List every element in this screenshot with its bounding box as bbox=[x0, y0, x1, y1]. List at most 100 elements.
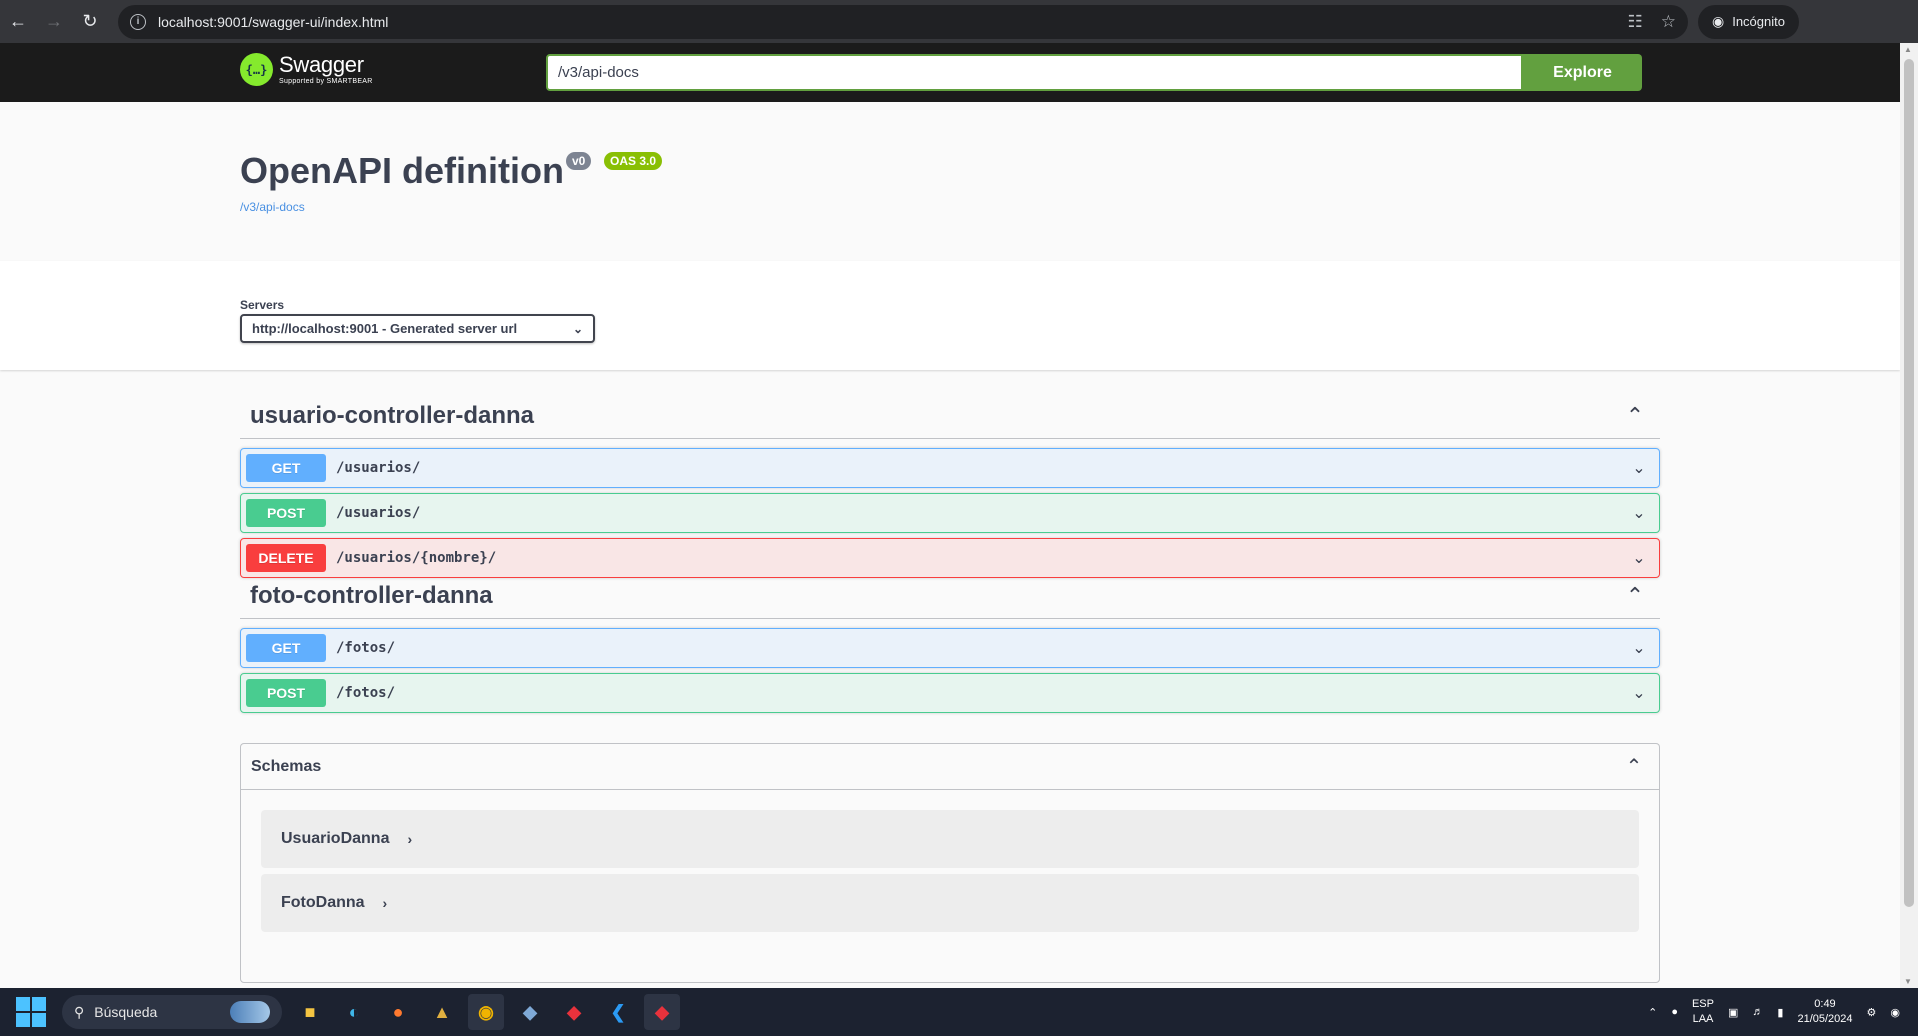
chevron-down-icon[interactable]: ⌄ bbox=[1624, 548, 1654, 568]
spec-url-input[interactable]: /v3/api-docs bbox=[546, 54, 1523, 91]
page-scrollbar[interactable]: ▲ ▼ bbox=[1900, 43, 1918, 988]
windows-start-icon[interactable] bbox=[16, 997, 46, 1027]
copilot-icon[interactable]: ◉ bbox=[1890, 1006, 1900, 1019]
chevron-up-icon[interactable]: ⌃ bbox=[1620, 403, 1650, 429]
browser-toolbar: ← → ↻ i localhost:9001/swagger-ui/index.… bbox=[0, 0, 1918, 43]
operation-path: /usuarios/ bbox=[336, 460, 421, 476]
schemas-section: Schemas ⌃ UsuarioDanna › FotoDanna › bbox=[240, 743, 1660, 983]
version-badge: v0 bbox=[566, 152, 592, 170]
chevron-down-icon: ⌄ bbox=[572, 321, 583, 336]
opblock-get-fotos[interactable]: GET /fotos/ ⌄ bbox=[240, 628, 1660, 668]
incognito-icon: ◉ bbox=[1712, 13, 1725, 29]
operation-path: /fotos/ bbox=[336, 640, 396, 656]
search-icon: ⚲ bbox=[74, 1003, 85, 1020]
explore-form: /v3/api-docs Explore bbox=[546, 54, 1642, 91]
taskbar-apps: ■ ◐ ● ▲ ◉ ◆ ◆ ❮ ◆ bbox=[292, 994, 680, 1030]
opblock-get-usuarios[interactable]: GET /usuarios/ ⌄ bbox=[240, 448, 1660, 488]
opblock-delete-usuarios[interactable]: DELETE /usuarios/{nombre}/ ⌄ bbox=[240, 538, 1660, 578]
servers-section: Servers http://localhost:9001 - Generate… bbox=[0, 261, 1900, 370]
system-tray: ⌃ ● ESP LAA ▣ ♬ ▮ 0:49 21/05/2024 ⚙ ◉ bbox=[1648, 997, 1900, 1027]
oas-badge: OAS 3.0 bbox=[604, 152, 663, 170]
method-badge: GET bbox=[246, 634, 326, 662]
chevron-down-icon[interactable]: ⌄ bbox=[1624, 683, 1654, 703]
chevron-down-icon[interactable]: ⌄ bbox=[1624, 503, 1654, 523]
chevron-down-icon[interactable]: ⌄ bbox=[1624, 458, 1654, 478]
chrome-icon[interactable]: ◉ bbox=[468, 994, 504, 1030]
chevron-down-icon[interactable]: ⌄ bbox=[1624, 638, 1654, 658]
lang-layout: LAA bbox=[1692, 1013, 1714, 1025]
method-badge: GET bbox=[246, 454, 326, 482]
reload-icon[interactable]: ↻ bbox=[72, 4, 108, 40]
windows-taskbar: ⚲ Búsqueda ■ ◐ ● ▲ ◉ ◆ ◆ ❮ ◆ ⌃ ● ESP LAA… bbox=[0, 988, 1918, 1036]
clock-date: 21/05/2024 bbox=[1797, 1013, 1853, 1025]
settings-icon[interactable]: ⚙ bbox=[1867, 1006, 1877, 1019]
schemas-title: Schemas bbox=[251, 757, 322, 775]
method-badge: POST bbox=[246, 679, 326, 707]
app-red-icon[interactable]: ◆ bbox=[644, 994, 680, 1030]
incognito-label: Incógnito bbox=[1732, 14, 1785, 29]
input-language[interactable]: ESP LAA bbox=[1692, 997, 1714, 1027]
lang-code: ESP bbox=[1691, 998, 1714, 1010]
translate-icon[interactable]: ☷ bbox=[1628, 12, 1643, 32]
method-badge: DELETE bbox=[246, 544, 326, 572]
edge-icon[interactable]: ◐ bbox=[336, 994, 372, 1030]
model-name: FotoDanna bbox=[281, 894, 365, 911]
postgres-icon[interactable]: ◆ bbox=[512, 994, 548, 1030]
address-bar[interactable]: i localhost:9001/swagger-ui/index.html ☷… bbox=[118, 4, 1688, 39]
tag-header-usuario[interactable]: usuario-controller-danna ⌃ bbox=[240, 393, 1660, 439]
model-name: UsuarioDanna bbox=[281, 830, 390, 847]
operation-path: /usuarios/{nombre}/ bbox=[336, 550, 497, 566]
tray-overflow-icon[interactable]: ⌃ bbox=[1648, 1006, 1657, 1019]
servers-label: Servers bbox=[240, 298, 285, 312]
taskbar-search[interactable]: ⚲ Búsqueda bbox=[62, 995, 282, 1029]
forward-icon[interactable]: → bbox=[36, 4, 72, 40]
operation-path: /usuarios/ bbox=[336, 505, 421, 521]
clock[interactable]: 0:49 21/05/2024 bbox=[1797, 997, 1852, 1027]
app-red-icon[interactable]: ◆ bbox=[556, 994, 592, 1030]
file-explorer-icon[interactable]: ■ bbox=[292, 994, 328, 1030]
search-highlight-icon bbox=[230, 1001, 270, 1023]
app-icon[interactable]: ▲ bbox=[424, 994, 460, 1030]
method-badge: POST bbox=[246, 499, 326, 527]
firefox-icon[interactable]: ● bbox=[380, 994, 416, 1030]
swagger-logo-subtext: Supported by SMARTBEAR bbox=[279, 78, 373, 85]
info-section: OpenAPI definition v0 OAS 3.0 /v3/api-do… bbox=[0, 102, 1900, 261]
back-icon[interactable]: ← bbox=[0, 4, 36, 40]
tag-header-foto[interactable]: foto-controller-danna ⌃ bbox=[240, 573, 1660, 619]
tag-name: foto-controller-danna bbox=[250, 581, 493, 609]
bookmark-star-icon[interactable]: ☆ bbox=[1661, 12, 1676, 32]
chevron-up-icon[interactable]: ⌃ bbox=[1619, 754, 1649, 779]
page-viewport: {…} Swagger Supported by SMARTBEAR /v3/a… bbox=[0, 43, 1900, 988]
swagger-topbar: {…} Swagger Supported by SMARTBEAR /v3/a… bbox=[0, 43, 1900, 102]
scrollbar-thumb[interactable] bbox=[1904, 59, 1914, 907]
incognito-badge[interactable]: ◉ Incógnito bbox=[1698, 4, 1799, 39]
swagger-logo-icon: {…} bbox=[240, 53, 273, 86]
operation-path: /fotos/ bbox=[336, 685, 396, 701]
site-info-icon[interactable]: i bbox=[130, 13, 146, 30]
swagger-logo[interactable]: {…} Swagger Supported by SMARTBEAR bbox=[240, 53, 373, 86]
clock-time: 0:49 bbox=[1814, 998, 1836, 1010]
taskbar-search-placeholder: Búsqueda bbox=[94, 1004, 158, 1020]
opblock-post-fotos[interactable]: POST /fotos/ ⌄ bbox=[240, 673, 1660, 713]
vscode-icon[interactable]: ❮ bbox=[600, 994, 636, 1030]
schema-model-foto[interactable]: FotoDanna › bbox=[261, 874, 1639, 932]
scroll-down-icon[interactable]: ▼ bbox=[1904, 977, 1912, 986]
opblock-post-usuarios[interactable]: POST /usuarios/ ⌄ bbox=[240, 493, 1660, 533]
chevron-up-icon[interactable]: ⌃ bbox=[1620, 583, 1650, 609]
schemas-header[interactable]: Schemas ⌃ bbox=[241, 744, 1659, 790]
servers-select[interactable]: http://localhost:9001 - Generated server… bbox=[240, 314, 595, 343]
explore-button[interactable]: Explore bbox=[1523, 54, 1642, 91]
swagger-logo-text: Swagger bbox=[279, 52, 364, 77]
network-icon[interactable]: ▣ bbox=[1728, 1006, 1738, 1019]
address-url[interactable]: localhost:9001/swagger-ui/index.html bbox=[158, 14, 1610, 30]
servers-selected-value: http://localhost:9001 - Generated server… bbox=[252, 321, 518, 336]
spec-link[interactable]: /v3/api-docs bbox=[240, 200, 305, 214]
microphone-icon[interactable]: ● bbox=[1671, 1006, 1678, 1018]
volume-icon[interactable]: ♬ bbox=[1752, 1006, 1763, 1018]
battery-icon[interactable]: ▮ bbox=[1777, 1006, 1783, 1019]
scroll-up-icon[interactable]: ▲ bbox=[1904, 45, 1912, 54]
api-title: OpenAPI definition bbox=[240, 150, 564, 191]
tag-name: usuario-controller-danna bbox=[250, 401, 535, 429]
chevron-right-icon: › bbox=[382, 895, 388, 911]
schema-model-usuario[interactable]: UsuarioDanna › bbox=[261, 810, 1639, 868]
